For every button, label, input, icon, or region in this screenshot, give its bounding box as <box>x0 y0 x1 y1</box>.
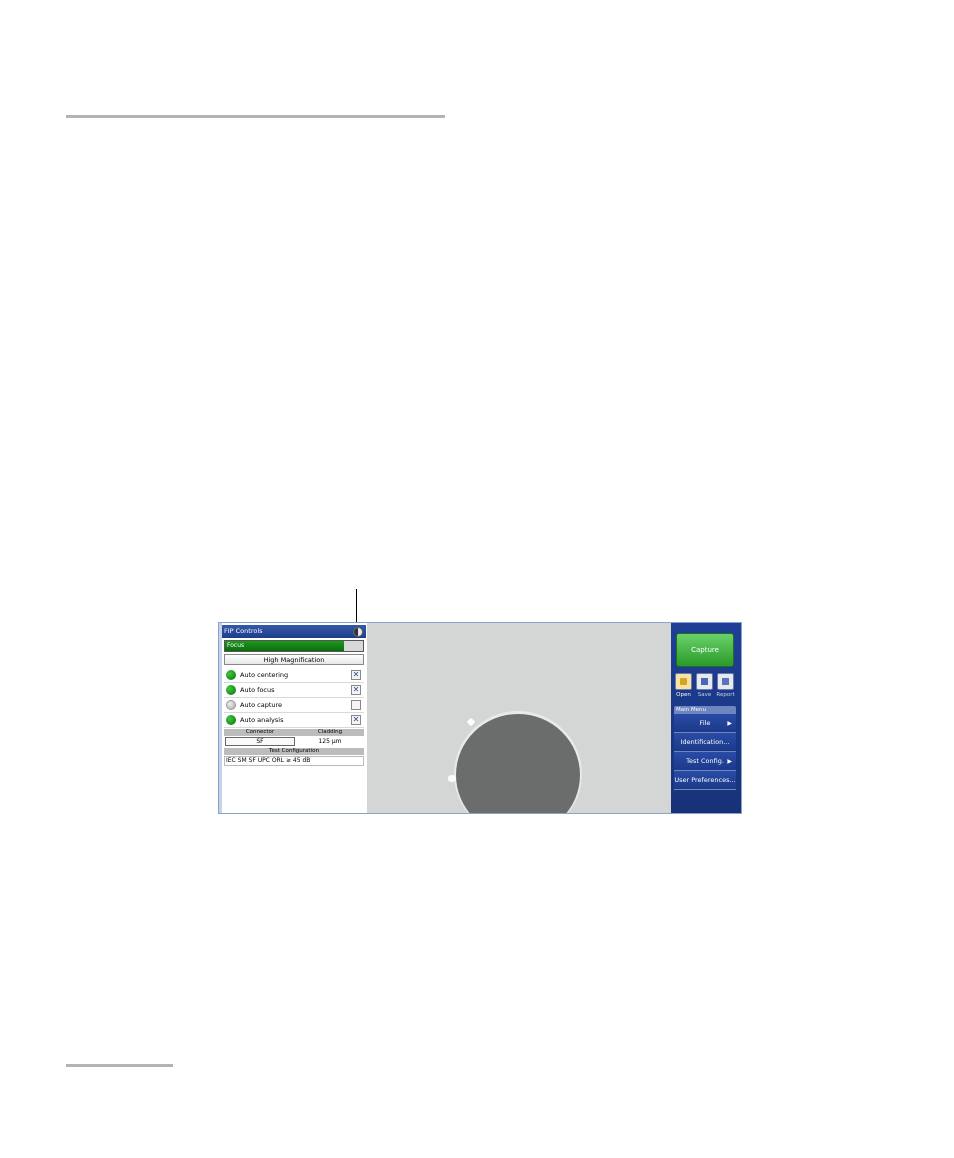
report-button[interactable] <box>717 673 734 690</box>
fiber-image-view <box>367 623 671 813</box>
option-label: Auto capture <box>240 701 283 709</box>
open-label: Open <box>676 692 691 698</box>
menu-item-user-preferences[interactable]: User Preferences... <box>674 771 736 790</box>
auto-centering-checkbox[interactable]: ✕ <box>351 670 361 680</box>
option-label: Auto centering <box>240 671 289 679</box>
option-row-auto-centering: Auto centering ✕ <box>224 668 364 683</box>
open-button[interactable] <box>675 673 692 690</box>
menu-item-label: File <box>699 719 711 727</box>
main-menu-title: Main Menu <box>674 706 736 714</box>
menu-item-test-config[interactable]: Test Config. ▶ <box>674 752 736 771</box>
auto-focus-checkbox[interactable]: ✕ <box>351 685 361 695</box>
fip-controls-title: FIP Controls <box>224 627 263 635</box>
option-row-auto-focus: Auto focus ✕ <box>224 683 364 698</box>
test-configuration-value[interactable]: IEC SM SF UPC ORL ≥ 45 dB <box>224 756 364 766</box>
focus-bar: Focus <box>224 640 364 652</box>
capture-button[interactable]: Capture <box>676 633 734 667</box>
status-indicator-icon <box>226 715 236 725</box>
connector-select[interactable]: SF <box>225 737 295 746</box>
auto-capture-checkbox[interactable] <box>351 700 361 710</box>
cladding-header: Cladding <box>317 729 343 735</box>
fiber-defect-spot <box>466 717 476 727</box>
report-label: Report <box>716 692 735 698</box>
submenu-arrow-icon: ▶ <box>727 720 732 727</box>
menu-item-label: User Preferences... <box>674 776 736 784</box>
open-folder-icon <box>680 678 687 685</box>
cladding-value: 125 µm <box>318 738 342 745</box>
menu-item-identification[interactable]: Identification... <box>674 733 736 752</box>
panel-edge <box>219 623 222 813</box>
save-label: Save <box>697 692 712 698</box>
submenu-arrow-icon: ▶ <box>727 758 732 765</box>
connector-cladding-header: Connector Cladding <box>224 729 364 736</box>
callout-line <box>356 589 357 625</box>
save-disk-icon <box>701 678 708 685</box>
fip-controls-header: FIP Controls <box>222 625 366 638</box>
auto-analysis-checkbox[interactable]: ✕ <box>351 715 361 725</box>
fip-controls-panel: FIP Controls Focus High Magnification Au… <box>219 623 368 813</box>
report-icon <box>722 678 729 685</box>
high-magnification-button[interactable]: High Magnification <box>224 654 364 665</box>
test-configuration-header: Test Configuration <box>224 748 364 755</box>
connector-header: Connector <box>245 729 275 735</box>
fiber-defect-spot <box>448 775 456 782</box>
menu-item-label: Identification... <box>680 738 730 746</box>
option-row-auto-analysis: Auto analysis ✕ <box>224 713 364 728</box>
option-label: Auto analysis <box>240 716 284 724</box>
top-divider <box>66 115 445 118</box>
status-indicator-icon <box>226 685 236 695</box>
fiber-inspection-app: FIP Controls Focus High Magnification Au… <box>218 622 742 814</box>
status-indicator-icon <box>226 700 236 710</box>
menu-item-label: Test Config. <box>686 757 724 765</box>
option-row-auto-capture: Auto capture <box>224 698 364 713</box>
status-indicator-icon <box>226 670 236 680</box>
save-button[interactable] <box>696 673 713 690</box>
contrast-toggle-icon[interactable] <box>353 627 363 637</box>
bottom-divider <box>66 1064 173 1067</box>
focus-label: Focus <box>227 642 245 649</box>
option-label: Auto focus <box>240 686 275 694</box>
menu-item-file[interactable]: File ▶ <box>674 714 736 733</box>
right-command-panel: Capture Open Save Report Main Menu File … <box>671 623 741 813</box>
